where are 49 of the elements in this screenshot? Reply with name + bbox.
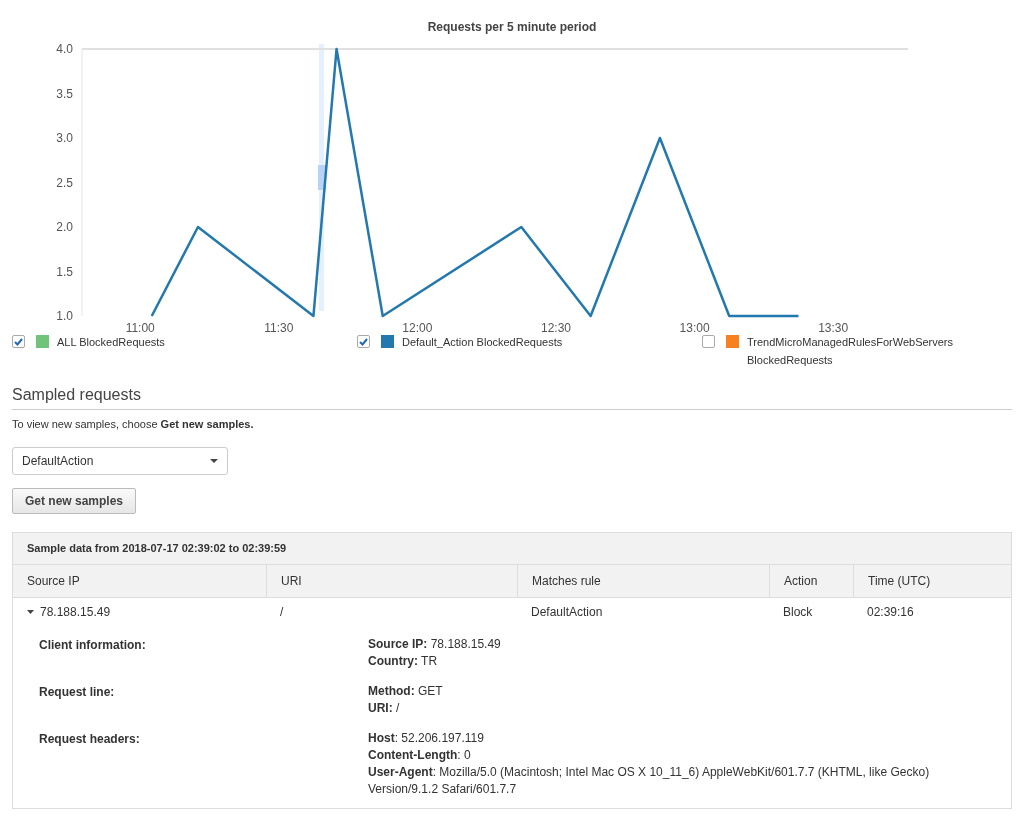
x-tick-label: 11:00 bbox=[125, 321, 155, 335]
table-cell-text: 02:39:16 bbox=[867, 603, 914, 621]
legend-label: TrendMicroManagedRulesForWebServers BlockedRequests bbox=[747, 335, 955, 368]
section-heading: Sampled requests bbox=[12, 383, 1012, 410]
x-tick-label: 13:00 bbox=[679, 321, 710, 335]
column-header: Action bbox=[769, 564, 853, 597]
detail-value: User-Agent: Mozilla/5.0 (Macintosh; Intel Mac OS X 10_11_6) AppleWebKit/601.7.7 (KHTML, like Gecko) Version/9.1.2 Safari/601.7.7 bbox=[368, 763, 931, 798]
detail-label: Client information: bbox=[39, 636, 147, 654]
y-tick-label: 2.5 bbox=[56, 175, 73, 190]
y-tick-label: 3.5 bbox=[56, 86, 73, 101]
detail-value: Method: GET bbox=[368, 682, 444, 700]
table-cell-text: / bbox=[280, 603, 284, 621]
table-caption: Sample data from 2018-07-17 02:39:02 to 02:39:59 bbox=[13, 532, 1011, 565]
detail-value: Source IP: 78.188.15.49 bbox=[368, 635, 502, 653]
expand-caret-icon[interactable] bbox=[27, 608, 34, 615]
checkmark-icon bbox=[359, 337, 368, 346]
x-tick-label: 11:30 bbox=[264, 321, 294, 335]
column-header: Source IP bbox=[26, 572, 81, 590]
detail-value: URI: / bbox=[368, 699, 401, 717]
hint-text: To view new samples, choose Get new samples. bbox=[12, 417, 255, 432]
x-tick-label: 13:30 bbox=[818, 321, 849, 335]
y-tick-label: 2.0 bbox=[56, 220, 73, 234]
y-tick-label: 1.5 bbox=[56, 264, 73, 279]
checkmark-icon bbox=[14, 337, 23, 346]
column-header: URI bbox=[266, 564, 517, 597]
legend-checkbox[interactable] bbox=[12, 335, 25, 348]
y-tick-label: 1.0 bbox=[56, 309, 73, 323]
legend-checkbox[interactable] bbox=[357, 335, 370, 348]
detail-value: Host: 52.206.197.119 bbox=[368, 729, 485, 747]
detail-value: Content-Length: 0 bbox=[368, 746, 472, 764]
legend-checkbox[interactable] bbox=[702, 335, 715, 348]
table-cell-text: Block bbox=[783, 603, 813, 621]
table-cell-text: DefaultAction bbox=[531, 603, 603, 621]
x-tick-label: 12:30 bbox=[540, 321, 571, 335]
get-new-samples-button[interactable]: Get new samples bbox=[12, 487, 137, 514]
detail-label: Request line: bbox=[39, 683, 116, 701]
y-tick-label: 4.0 bbox=[56, 42, 73, 56]
detail-label: Request headers: bbox=[39, 730, 141, 748]
chart-title: Requests per 5 minute period bbox=[427, 19, 597, 36]
x-tick-label: 12:00 bbox=[402, 321, 433, 335]
legend-label: ALL BlockedRequests bbox=[57, 335, 166, 350]
column-header: Time (UTC) bbox=[853, 564, 1011, 597]
table-cell-text: 78.188.15.49 bbox=[40, 603, 111, 621]
column-header: Matches rule bbox=[517, 564, 769, 597]
legend-label: Default_Action BlockedRequests bbox=[402, 335, 564, 350]
y-tick-label: 3.0 bbox=[56, 131, 73, 145]
rule-dropdown[interactable]: DefaultAction bbox=[12, 446, 228, 475]
detail-value: Country: TR bbox=[368, 652, 439, 670]
caret-icon bbox=[210, 458, 218, 463]
